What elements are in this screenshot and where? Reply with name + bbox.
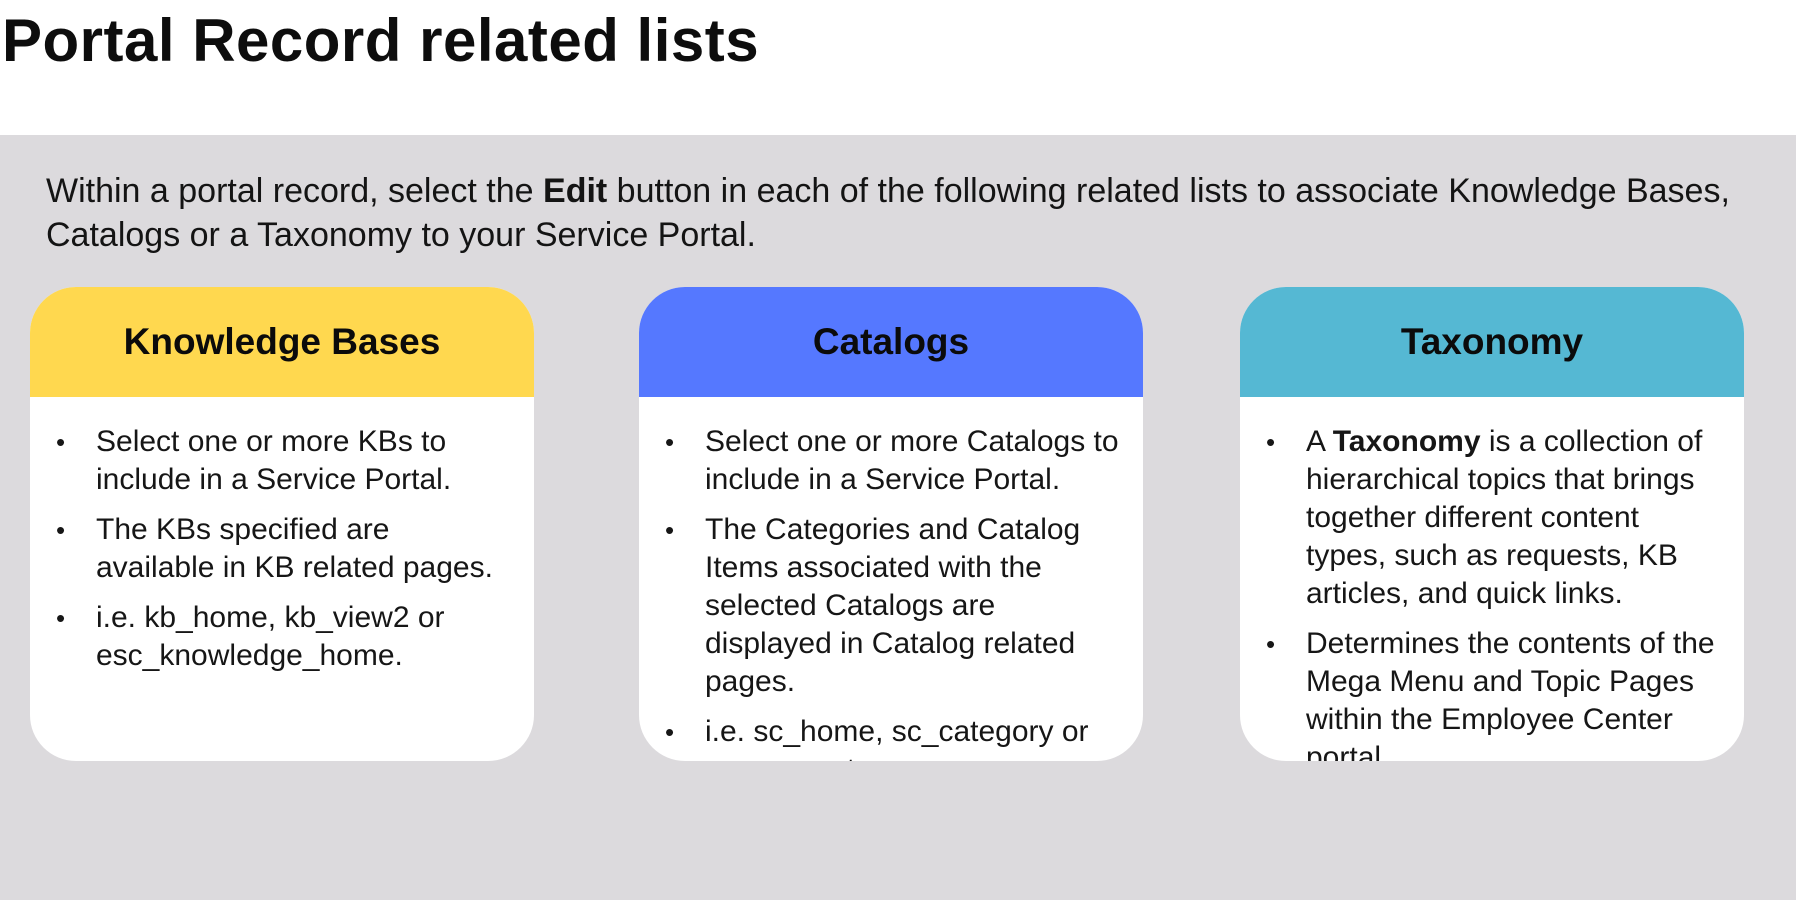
bullet-list: A Taxonomy is a collection of hierarchic… [1266, 423, 1724, 761]
card-knowledge-bases: Knowledge Bases Select one or more KBs t… [30, 287, 534, 761]
card-header-knowledge-bases: Knowledge Bases [30, 287, 534, 397]
card-body-catalogs: Select one or more Catalogs to include i… [639, 397, 1143, 761]
card-header-catalogs: Catalogs [639, 287, 1143, 397]
intro-edit-emphasis: Edit [543, 172, 608, 210]
bullet-item: A Taxonomy is a collection of hierarchic… [1266, 423, 1724, 613]
bullet-item: Select one or more Catalogs to include i… [665, 423, 1123, 499]
card-taxonomy: Taxonomy A Taxonomy is a collection of h… [1240, 287, 1744, 761]
bullet-item: i.e. kb_home, kb_view2 or esc_knowledge_… [56, 599, 514, 675]
intro-text: Within a portal record, select the Edit … [46, 169, 1746, 257]
bullet-item: The KBs specified are available in KB re… [56, 511, 514, 587]
card-body-taxonomy: A Taxonomy is a collection of hierarchic… [1240, 397, 1744, 761]
page-title: Portal Record related lists [2, 7, 760, 74]
card-catalogs: Catalogs Select one or more Catalogs to … [639, 287, 1143, 761]
card-header-taxonomy: Taxonomy [1240, 287, 1744, 397]
intro-text-part: Within a portal record, select the [46, 172, 544, 210]
bullet-item: i.e. sc_home, sc_category or esc_sc_cate… [665, 713, 1123, 761]
bullet-item: Determines the contents of the Mega Menu… [1266, 625, 1724, 761]
bullet-text-part: A [1306, 425, 1333, 458]
card-body-knowledge-bases: Select one or more KBs to include in a S… [30, 397, 534, 675]
bullet-item: The Categories and Catalog Items associa… [665, 511, 1123, 701]
bullet-list: Select one or more KBs to include in a S… [56, 423, 514, 675]
bullet-item: Select one or more KBs to include in a S… [56, 423, 514, 499]
content-panel: Within a portal record, select the Edit … [0, 135, 1796, 900]
taxonomy-emphasis: Taxonomy [1332, 425, 1481, 458]
bullet-list: Select one or more Catalogs to include i… [665, 423, 1123, 761]
